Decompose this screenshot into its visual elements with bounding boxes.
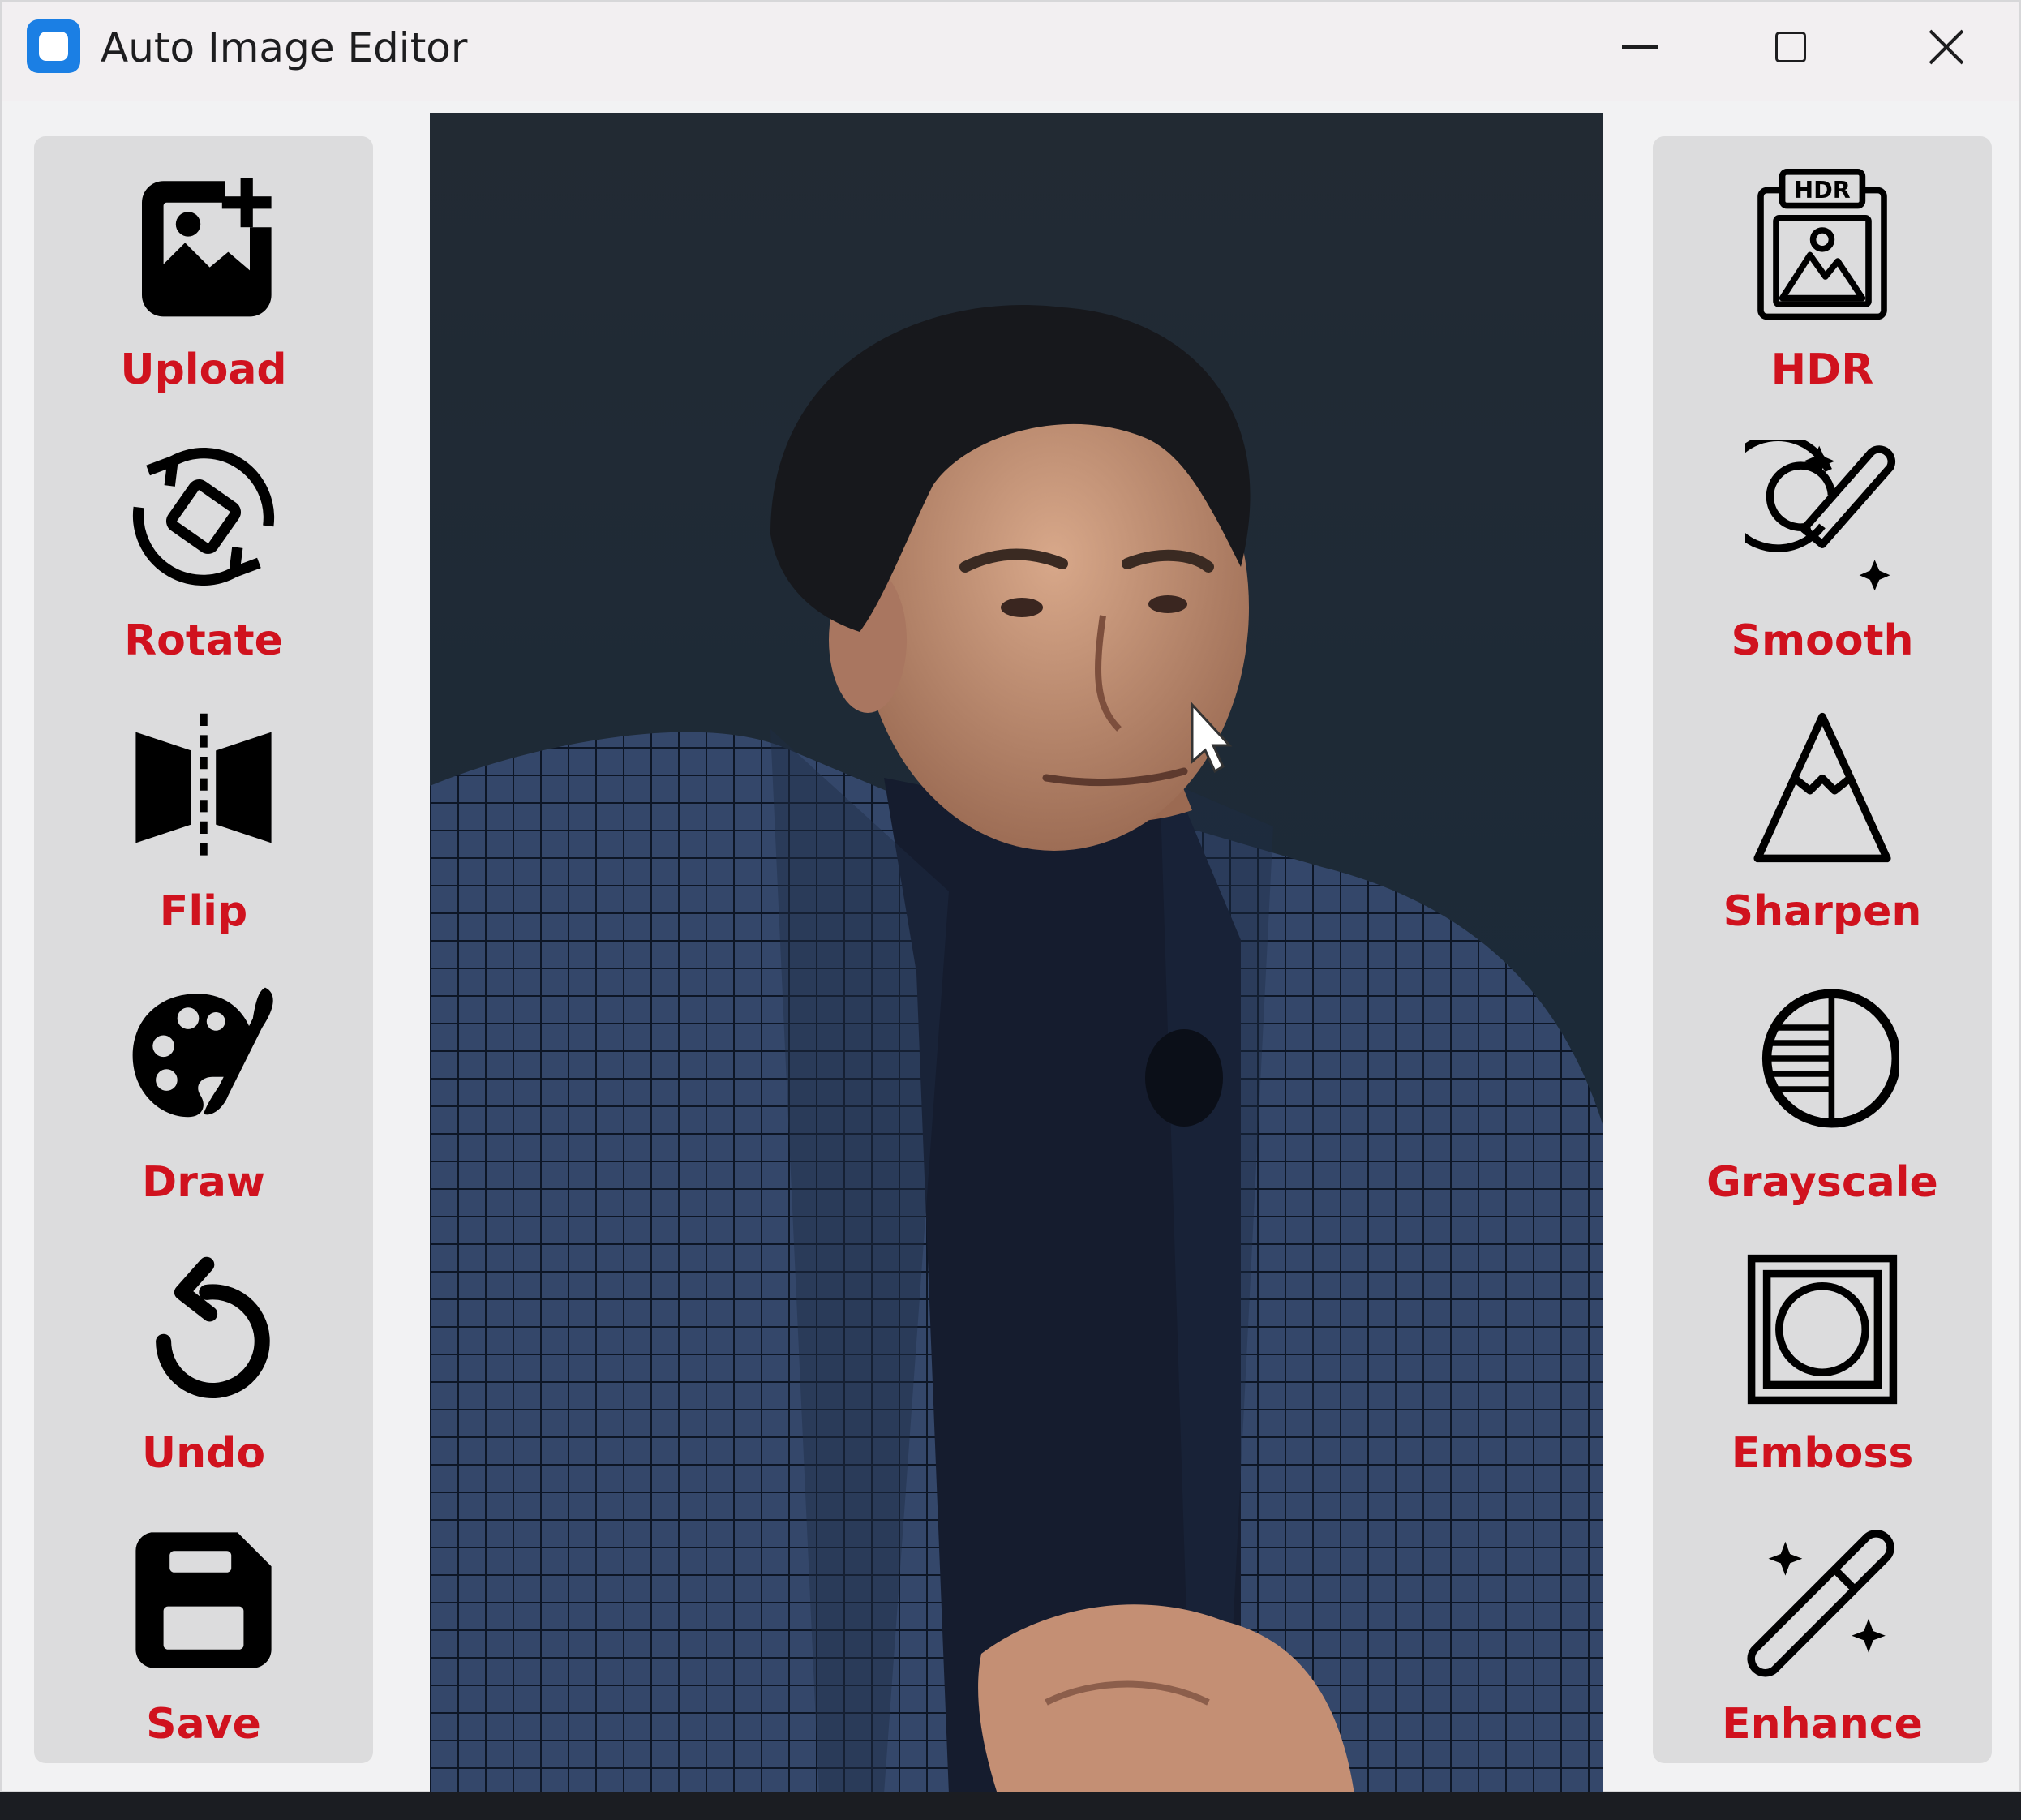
hdr-image-icon: HDR (1745, 169, 1899, 323)
smooth-button[interactable]: Smooth (1653, 407, 1992, 678)
close-icon (1929, 29, 1964, 65)
emboss-button[interactable]: Emboss (1653, 1220, 1992, 1491)
title-bar[interactable]: Auto Image Editor (2, 2, 2019, 101)
grayscale-button[interactable]: Grayscale (1653, 949, 1992, 1220)
taskbar-edge (0, 1792, 2021, 1820)
upload-button[interactable]: Upload (34, 136, 373, 407)
rotate-button[interactable]: Rotate (34, 407, 373, 678)
maximize-icon (1775, 32, 1806, 62)
flip-icon (127, 710, 281, 865)
enhance-label: Enhance (1722, 1700, 1923, 1749)
app-logo-icon (27, 19, 80, 73)
maximize-button[interactable] (1760, 16, 1821, 78)
window-title: Auto Image Editor (101, 24, 468, 71)
draw-label: Draw (142, 1158, 265, 1207)
undo-button[interactable]: Undo (34, 1220, 373, 1491)
app-window: Auto Image Editor Upload Rotate Flip Dra… (0, 0, 2021, 1794)
sharpen-button[interactable]: Sharpen (1653, 678, 1992, 949)
emboss-frame-icon (1745, 1252, 1899, 1406)
palette-brush-icon (127, 981, 281, 1135)
save-icon (127, 1523, 281, 1677)
undo-icon (127, 1252, 281, 1406)
minimize-button[interactable] (1609, 16, 1671, 78)
right-tool-panel: HDR HDR Smooth Sharpen Grayscale Emboss … (1653, 136, 1992, 1763)
flip-button[interactable]: Flip (34, 678, 373, 949)
save-button[interactable]: Save (34, 1491, 373, 1762)
mountain-peak-icon (1745, 710, 1899, 865)
left-tool-panel: Upload Rotate Flip Draw Undo Save (34, 136, 373, 1763)
smooth-label: Smooth (1731, 616, 1914, 665)
minimize-icon (1622, 45, 1658, 49)
hdr-label: HDR (1770, 346, 1874, 394)
add-image-icon (127, 169, 281, 323)
smooth-brush-icon (1745, 440, 1899, 594)
magic-wand-icon (1745, 1523, 1899, 1677)
draw-button[interactable]: Draw (34, 949, 373, 1220)
upload-label: Upload (120, 346, 287, 394)
grayscale-label: Grayscale (1706, 1158, 1938, 1207)
image-canvas[interactable] (430, 113, 1603, 1794)
emboss-label: Emboss (1731, 1429, 1914, 1478)
flip-label: Flip (159, 887, 248, 936)
enhance-button[interactable]: Enhance (1653, 1491, 1992, 1762)
hdr-icon-text: HDR (1794, 177, 1851, 204)
rotate-icon (127, 440, 281, 594)
undo-label: Undo (141, 1429, 266, 1478)
save-label: Save (146, 1700, 261, 1749)
rotate-label: Rotate (124, 616, 283, 665)
half-circle-icon (1745, 981, 1899, 1135)
sharpen-label: Sharpen (1723, 887, 1922, 936)
portrait-photo (430, 305, 1603, 1794)
hdr-button[interactable]: HDR HDR (1653, 136, 1992, 407)
close-button[interactable] (1916, 16, 1977, 78)
